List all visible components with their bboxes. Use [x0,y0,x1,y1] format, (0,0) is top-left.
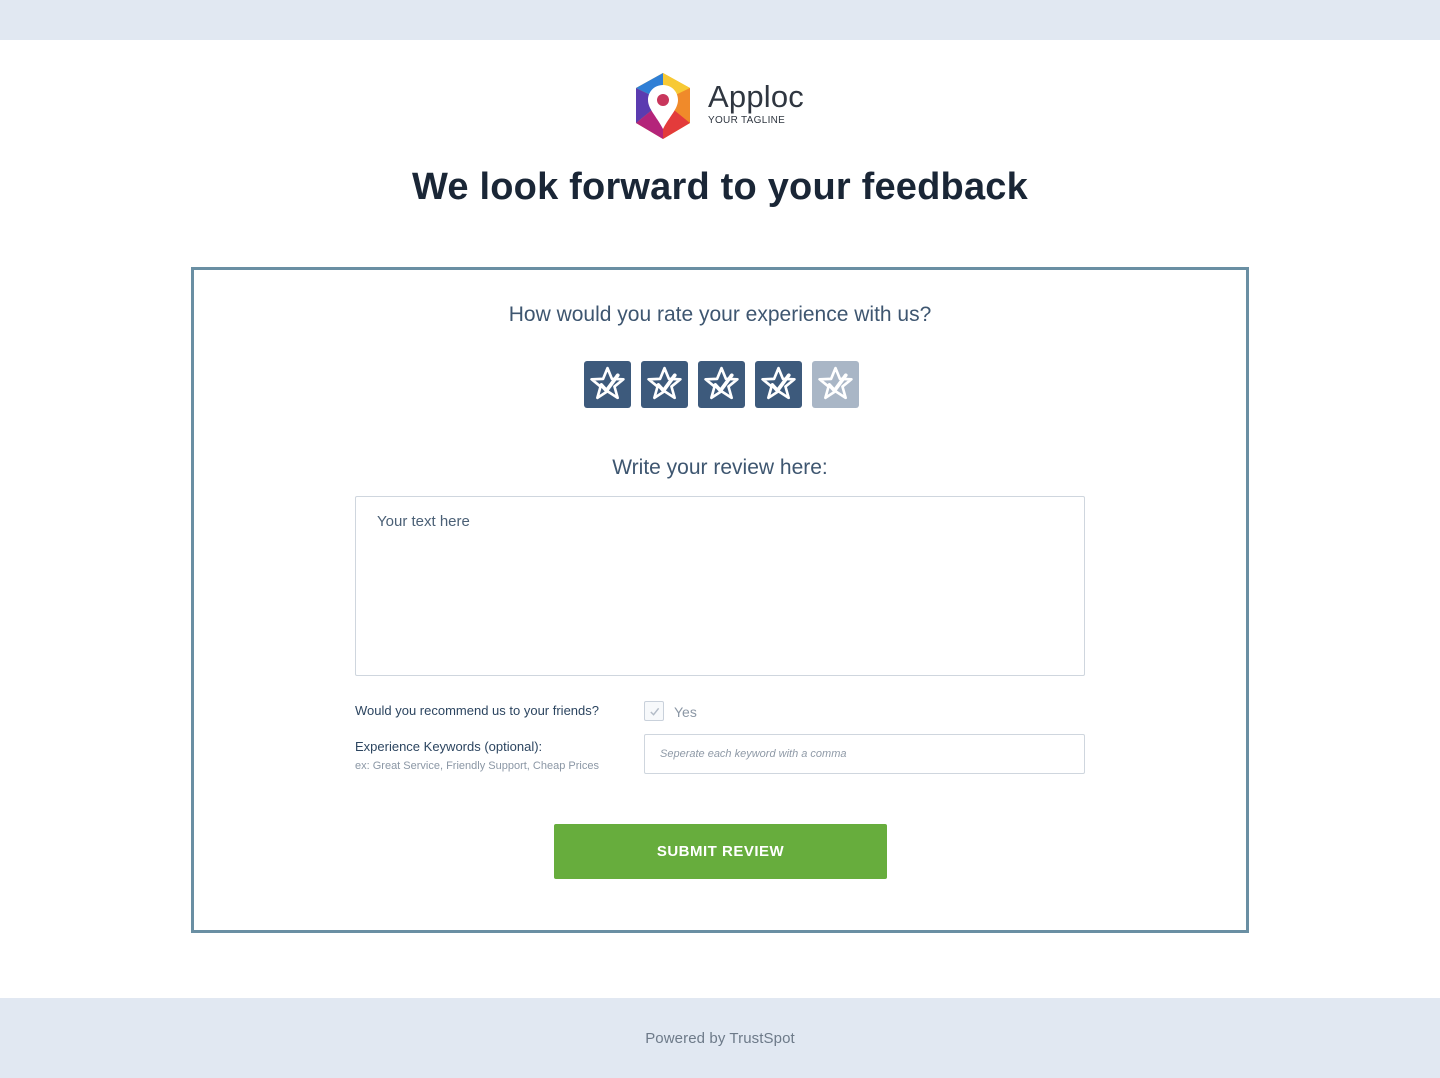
star-5[interactable] [812,361,859,408]
star-check-icon [818,366,853,400]
logo-tagline: YOUR TAGLINE [708,114,786,126]
star-4[interactable] [755,361,802,408]
star-check-icon [647,366,682,400]
keywords-input[interactable] [644,734,1085,774]
review-form-card: How would you rate your experience with … [191,267,1249,933]
footer: Powered by TrustSpot [0,998,1440,1078]
star-2[interactable] [641,361,688,408]
submit-review-button[interactable]: SUBMIT REVIEW [554,824,887,879]
review-heading: Write your review here: [612,456,828,479]
star-check-icon [761,366,796,400]
keywords-label: Experience Keywords (optional): [355,739,543,754]
review-textarea[interactable] [355,496,1085,676]
recommend-checkbox[interactable] [644,701,664,721]
logo-name: Apploc [708,78,804,114]
footer-text[interactable]: Powered by TrustSpot [645,1030,795,1047]
logo-icon [636,73,690,139]
rating-question: How would you rate your experience with … [508,303,932,326]
top-band [0,0,1440,40]
star-1[interactable] [584,361,631,408]
recommend-label: Would you recommend us to your friends? [355,703,599,718]
check-icon [649,707,659,716]
keywords-hint: ex: Great Service, Friendly Support, Che… [355,760,599,772]
brand-logo: Apploc YOUR TAGLINE [632,70,822,142]
star-rating [584,361,859,408]
recommend-yes-label[interactable]: Yes [674,704,697,720]
page-title: We look forward to your feedback [412,166,1028,208]
star-3[interactable] [698,361,745,408]
star-check-icon [704,366,739,400]
star-check-icon [590,366,625,400]
